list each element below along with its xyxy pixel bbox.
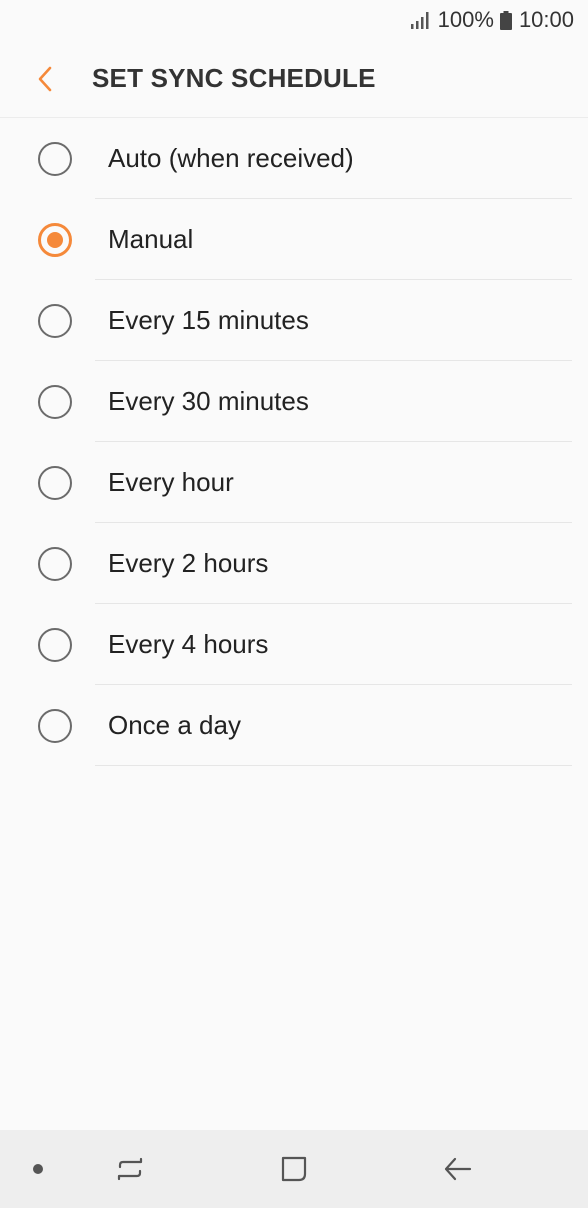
page-title: SET SYNC SCHEDULE [92,63,376,93]
option-label: Manual [108,224,194,254]
option-once-a-day[interactable]: Once a day [0,685,588,766]
back-arrow-icon [444,1157,472,1181]
option-every-4-hours[interactable]: Every 4 hours [0,604,588,685]
chevron-left-icon [38,66,52,91]
option-label: Once a day [108,710,241,740]
option-every-30-minutes[interactable]: Every 30 minutes [0,361,588,442]
radio-button[interactable] [38,303,72,338]
status-bar: 100% 10:00 [0,0,588,40]
back-nav-button[interactable] [438,1149,478,1189]
navigation-bar [0,1130,588,1208]
header: SET SYNC SCHEDULE [0,40,588,118]
radio-button[interactable] [38,465,72,500]
option-label: Every 4 hours [108,629,269,659]
radio-button[interactable] [38,222,72,257]
nav-dot-button[interactable] [28,1159,48,1179]
option-label: Every 15 minutes [108,305,309,335]
option-every-15-minutes[interactable]: Every 15 minutes [0,280,588,361]
recents-icon [117,1157,143,1181]
option-label: Every hour [108,467,234,497]
option-label: Auto (when received) [108,143,354,173]
option-label: Every 30 minutes [108,386,309,416]
home-icon [281,1156,307,1182]
option-auto[interactable]: Auto (when received) [0,118,588,199]
battery-icon [499,10,512,30]
option-every-hour[interactable]: Every hour [0,442,588,523]
option-label: Every 2 hours [108,548,269,578]
nav-dot-icon [33,1164,43,1174]
clock: 10:00 [518,7,574,32]
recents-button[interactable] [110,1149,150,1189]
radio-button[interactable] [38,627,72,662]
radio-button[interactable] [38,708,72,743]
radio-button[interactable] [38,546,72,581]
radio-button[interactable] [38,141,72,176]
back-button[interactable] [16,49,76,109]
battery-percent: 100% [437,7,494,32]
option-every-2-hours[interactable]: Every 2 hours [0,523,588,604]
signal-icon [410,12,429,29]
sync-schedule-options: Auto (when received) Manual Every 15 min… [0,118,588,766]
radio-button[interactable] [38,384,72,419]
divider [95,765,572,766]
home-button[interactable] [274,1149,314,1189]
option-manual[interactable]: Manual [0,199,588,280]
